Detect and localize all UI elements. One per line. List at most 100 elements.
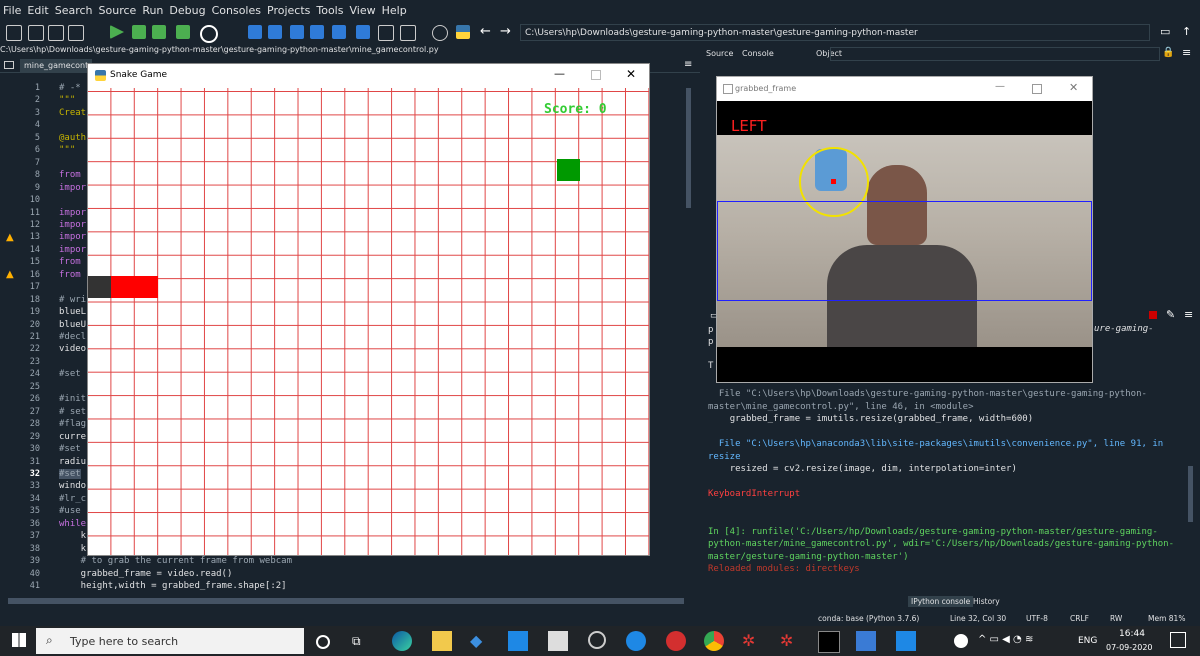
menu-view[interactable]: View [346, 4, 378, 17]
line-number: 14 [29, 244, 40, 255]
help-icon[interactable] [954, 634, 968, 648]
up-arrow-icon[interactable]: ↑ [1182, 25, 1196, 39]
stop-debug-icon[interactable] [356, 25, 370, 39]
tray-icons[interactable]: ^ ▭ ◀ ◔ ≋ [978, 634, 1033, 645]
clock-time[interactable]: 16:44 [1118, 629, 1146, 639]
folder-icon[interactable]: ▭ [1160, 25, 1174, 39]
new-file-icon[interactable] [6, 25, 22, 41]
rerun-icon[interactable] [200, 25, 218, 43]
step-icon[interactable] [268, 25, 282, 39]
run-cell-advance-icon[interactable] [152, 25, 166, 39]
editor-scrollbar[interactable] [686, 88, 691, 208]
dropbox-icon[interactable]: ◆ [470, 631, 490, 651]
step-return-icon[interactable] [310, 25, 324, 39]
rw-status: RW [1110, 614, 1123, 623]
menu-source[interactable]: Source [96, 4, 140, 17]
editor-hscrollbar[interactable] [8, 598, 684, 604]
tab-console[interactable]: Console [742, 49, 774, 58]
taskbar-search-box[interactable]: ⌕ Type here to search [36, 628, 304, 654]
minimize-icon[interactable]: — [995, 81, 1005, 92]
tab-history[interactable]: History [970, 596, 1003, 607]
menu-tools[interactable]: Tools [313, 4, 346, 17]
chrome-icon[interactable] [704, 631, 724, 651]
menu-help[interactable]: Help [379, 4, 410, 17]
skype-icon[interactable] [626, 631, 646, 651]
line-number: 41 [29, 581, 40, 591]
code-line: #use [59, 506, 81, 517]
menu-consoles[interactable]: Consoles [209, 4, 264, 17]
console-output[interactable]: File "C:\Users\hp\Downloads\gesture-gami… [708, 388, 1194, 576]
save-all-icon[interactable] [68, 25, 84, 41]
python-window-icon[interactable] [856, 631, 876, 651]
editor-options-icon[interactable]: ≡ [684, 60, 694, 70]
store-icon[interactable] [548, 631, 568, 651]
mail-icon[interactable] [508, 631, 528, 651]
task-view-icon[interactable]: ⧉ [352, 631, 372, 651]
snake-body [111, 276, 158, 298]
debug-icon[interactable] [248, 25, 262, 39]
run-cell-icon[interactable] [132, 25, 146, 39]
console-scrollbar[interactable] [1188, 466, 1193, 522]
spyder-icon-2[interactable]: ✲ [780, 631, 800, 651]
maximize-pane-icon[interactable] [378, 25, 394, 41]
python-path-icon[interactable] [456, 25, 470, 39]
save-icon[interactable] [48, 25, 64, 41]
step-into-icon[interactable] [290, 25, 304, 39]
line-number: 31 [29, 456, 40, 467]
minimize-icon[interactable]: — [554, 67, 565, 80]
run-icon[interactable] [110, 25, 124, 39]
cortana-icon[interactable] [316, 635, 330, 649]
line-number: 35 [29, 506, 40, 517]
close-icon[interactable]: ✕ [1069, 81, 1078, 94]
menu-debug[interactable]: Debug [166, 4, 208, 17]
console-edit-icon[interactable]: ✎ [1166, 308, 1175, 321]
fullscreen-icon[interactable] [400, 25, 416, 41]
object-input[interactable] [830, 47, 1160, 61]
file-explorer-icon[interactable] [432, 631, 452, 651]
terminal-icon[interactable] [818, 631, 840, 653]
menu-edit[interactable]: Edit [24, 4, 51, 17]
tab-list-icon[interactable] [4, 61, 14, 69]
stop-console-icon[interactable] [1149, 311, 1157, 319]
line-number: 5 [34, 132, 40, 143]
maximize-icon[interactable] [1032, 84, 1042, 94]
tab-ipython-console[interactable]: IPython console [908, 596, 974, 607]
maximize-icon[interactable] [591, 70, 601, 80]
code-line: from [59, 269, 81, 280]
menu-projects[interactable]: Projects [264, 4, 313, 17]
close-icon[interactable]: ✕ [626, 67, 636, 81]
record-icon[interactable] [666, 631, 686, 651]
edge-icon[interactable] [392, 631, 412, 651]
menu-search[interactable]: Search [52, 4, 96, 17]
photos-icon[interactable] [896, 631, 916, 651]
forward-arrow-icon[interactable]: → [500, 25, 514, 39]
pane-options-icon[interactable]: ≡ [1182, 46, 1191, 59]
code-line: blueU [59, 319, 87, 330]
spyder-icon[interactable]: ✲ [742, 631, 762, 651]
language-indicator[interactable]: ENG [1078, 636, 1097, 646]
code-line: #set [59, 444, 81, 455]
line-number: 23 [29, 356, 40, 367]
open-file-icon[interactable] [28, 25, 44, 41]
camera-icon[interactable] [588, 631, 606, 649]
line-number: 12 [29, 219, 40, 230]
console-options-icon[interactable]: ≡ [1184, 308, 1193, 321]
menu-bar: File Edit Search Source Run Debug Consol… [0, 0, 1200, 20]
tab-mine-gamecontrol[interactable]: mine_gamecontro [20, 59, 96, 72]
menu-file[interactable]: File [0, 4, 24, 17]
working-directory-input[interactable]: C:\Users\hp\Downloads\gesture-gaming-pyt… [520, 24, 1150, 41]
menu-run[interactable]: Run [139, 4, 166, 17]
run-selection-icon[interactable] [176, 25, 190, 39]
back-arrow-icon[interactable]: ← [480, 25, 494, 39]
lock-icon[interactable]: 🔒 [1162, 47, 1174, 58]
continue-icon[interactable] [332, 25, 346, 39]
line-number: 9 [34, 182, 40, 193]
code-line: #set [59, 369, 81, 380]
conda-status: conda: base (Python 3.7.6) [818, 614, 920, 623]
windows-start-icon[interactable] [12, 633, 26, 647]
notifications-icon[interactable] [1170, 632, 1186, 648]
clock-date[interactable]: 07-09-2020 [1106, 643, 1153, 652]
tab-source[interactable]: Source [706, 49, 733, 58]
preferences-icon[interactable] [432, 25, 448, 41]
